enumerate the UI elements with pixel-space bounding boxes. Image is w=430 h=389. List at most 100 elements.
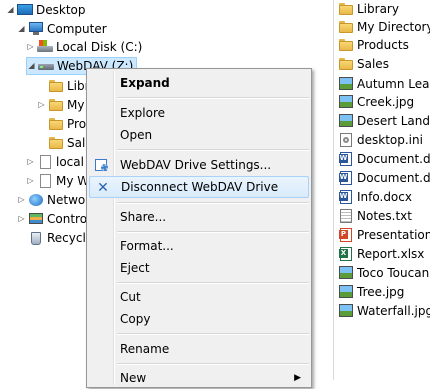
menu-item-new[interactable]: New ▶ — [89, 367, 309, 389]
file-item-label: Autumn Leaves — [357, 77, 430, 91]
tree-item-label: Netwo — [47, 193, 86, 207]
menu-item-eject[interactable]: Eject — [89, 257, 309, 279]
word-icon — [338, 151, 354, 167]
file-item-waterfall[interactable]: Waterfall.jpg — [338, 302, 430, 320]
image-icon — [338, 94, 354, 110]
image-icon — [338, 113, 354, 129]
excel-icon — [338, 246, 354, 262]
file-item-label: Creek.jpg — [357, 95, 415, 109]
menu-separator — [117, 149, 309, 151]
tree-item-computer[interactable]: ◢ Computer — [17, 20, 107, 38]
word-icon — [338, 189, 354, 205]
collapsed-arrow-icon[interactable]: ▷ — [37, 96, 46, 114]
collapsed-arrow-icon[interactable]: ▷ — [17, 191, 26, 209]
menu-item-disconnect-webdav[interactable]: ✕ Disconnect WebDAV Drive — [89, 176, 309, 198]
tree-item-network[interactable]: ▷ Netwo — [17, 191, 85, 209]
menu-item-open[interactable]: Open — [89, 124, 309, 146]
menu-item-expand[interactable]: Expand — [89, 72, 309, 94]
tree-item-recycle-bin[interactable]: Recycle — [17, 229, 93, 247]
collapsed-arrow-icon[interactable]: ▷ — [26, 172, 35, 190]
powerpoint-icon — [338, 227, 354, 243]
file-item-sales[interactable]: Sales — [338, 55, 389, 73]
windows-drive-icon — [37, 39, 53, 55]
file-item-presentation[interactable]: Presentation.pptx — [338, 226, 430, 244]
tree-item-desktop[interactable]: ◢ Desktop — [6, 1, 86, 19]
tree-item-label: local — [56, 155, 84, 169]
file-item-label: Desert Landscape — [357, 114, 430, 128]
folder-icon — [48, 78, 64, 94]
expanded-arrow-icon[interactable]: ◢ — [17, 20, 26, 38]
menu-separator — [117, 282, 309, 284]
submenu-arrow-icon: ▶ — [294, 373, 301, 383]
tree-item-label: My — [67, 98, 85, 112]
image-icon — [338, 76, 354, 92]
menu-item-share[interactable]: Share... — [89, 206, 309, 228]
file-item-label: My Directory — [357, 20, 430, 34]
tree-item-local[interactable]: ▷ local — [26, 153, 84, 171]
menu-item-label: WebDAV Drive Settings... — [120, 158, 272, 172]
menu-separator — [117, 202, 309, 204]
file-item-document-docx[interactable]: Document.docx — [338, 150, 430, 168]
file-item-label: Notes.txt — [357, 209, 412, 223]
image-icon — [338, 284, 354, 300]
collapsed-arrow-icon[interactable]: ▷ — [17, 210, 26, 228]
file-item-label: Presentation.pptx — [357, 228, 430, 242]
file-item-label: Info.docx — [357, 190, 412, 204]
computer-icon — [28, 21, 44, 37]
file-item-label: Report.xlsx — [357, 247, 425, 261]
image-icon — [338, 303, 354, 319]
menu-item-format[interactable]: Format... — [89, 235, 309, 257]
tree-item-label: My W — [56, 174, 90, 188]
file-item-report-xlsx[interactable]: Report.xlsx — [338, 245, 424, 263]
file-item-document-docx-2[interactable]: Document.docx — [338, 169, 430, 187]
file-item-label: Document.docx — [357, 171, 430, 185]
file-item-desktop-ini[interactable]: desktop.ini — [338, 131, 423, 149]
tree-item-library[interactable]: Libr — [37, 77, 90, 95]
file-item-label: Document.docx — [357, 152, 430, 166]
ini-file-icon — [338, 132, 354, 148]
menu-separator — [117, 97, 309, 99]
collapsed-arrow-icon[interactable]: ▷ — [26, 153, 35, 171]
tree-item-my-web[interactable]: ▷ My W — [26, 172, 89, 190]
file-item-notes-txt[interactable]: Notes.txt — [338, 207, 412, 225]
file-item-label: Sales — [357, 57, 389, 71]
file-item-autumn-leaves[interactable]: Autumn Leaves — [338, 75, 430, 93]
menu-item-cut[interactable]: Cut — [89, 286, 309, 308]
file-item-label: Tree.jpg — [357, 285, 405, 299]
desktop-icon — [17, 2, 33, 18]
file-item-library[interactable]: Library — [338, 0, 399, 18]
file-item-desert-landscape[interactable]: Desert Landscape — [338, 112, 430, 130]
tree-item-label: Desktop — [36, 3, 86, 17]
image-icon — [338, 265, 354, 281]
network-drive-icon — [38, 58, 54, 74]
folder-icon — [48, 116, 64, 132]
context-menu: Expand Explore Open WebDAV Drive Setting… — [86, 68, 312, 388]
file-item-info-docx[interactable]: Info.docx — [338, 188, 412, 206]
tree-item-products[interactable]: Pro — [37, 115, 86, 133]
menu-item-webdav-settings[interactable]: WebDAV Drive Settings... — [89, 154, 309, 176]
tree-item-label: Sal — [67, 136, 86, 150]
file-item-creek[interactable]: Creek.jpg — [338, 93, 414, 111]
file-item-tree[interactable]: Tree.jpg — [338, 283, 404, 301]
menu-item-explore[interactable]: Explore — [89, 102, 309, 124]
tree-item-control-panel[interactable]: ▷ Contro — [17, 210, 87, 228]
menu-item-rename[interactable]: Rename — [89, 338, 309, 360]
tree-item-my-directory[interactable]: ▷ My — [37, 96, 84, 114]
tree-item-local-disk-c[interactable]: ▷ Local Disk (C:) — [26, 38, 142, 56]
document-icon — [37, 154, 53, 170]
expanded-arrow-icon[interactable]: ◢ — [27, 57, 36, 75]
file-item-products[interactable]: Products — [338, 36, 409, 54]
file-item-my-directory[interactable]: My Directory — [338, 18, 430, 36]
tree-item-sales[interactable]: Sal — [37, 134, 85, 152]
file-list-pane: Library My Directory Products Sales Autu… — [333, 0, 430, 380]
menu-item-copy[interactable]: Copy — [89, 308, 309, 330]
document-icon — [37, 173, 53, 189]
folder-icon — [338, 37, 354, 53]
expanded-arrow-icon[interactable]: ◢ — [6, 1, 15, 19]
file-item-label: Toco Toucan.jpg — [357, 266, 430, 280]
file-item-toco-toucan[interactable]: Toco Toucan.jpg — [338, 264, 430, 282]
collapsed-arrow-icon[interactable]: ▷ — [26, 38, 35, 56]
